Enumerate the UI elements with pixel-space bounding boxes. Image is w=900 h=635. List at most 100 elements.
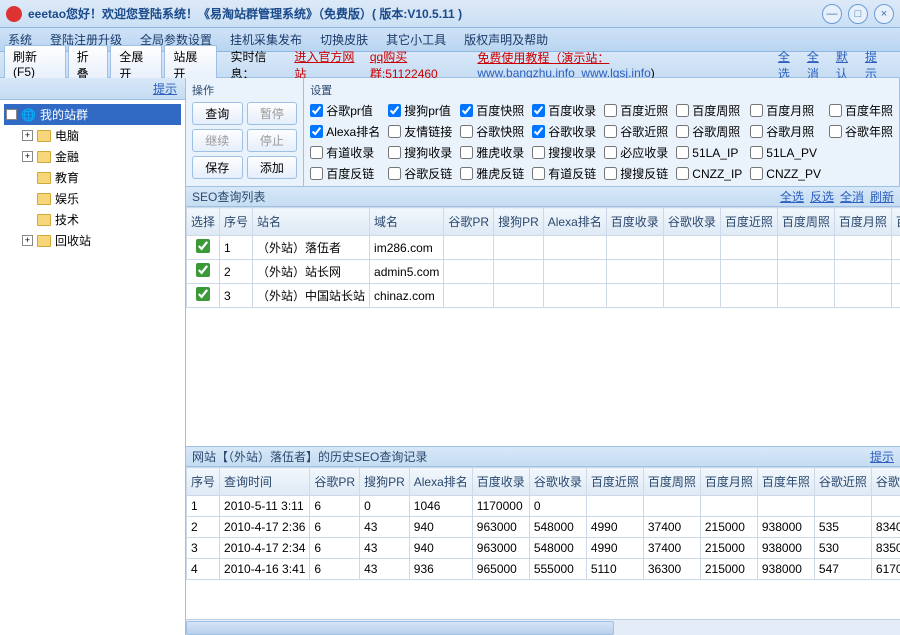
setting-checkbox[interactable]: 有道收录 (310, 144, 380, 161)
setting-checkbox[interactable]: 搜狗收录 (388, 144, 452, 161)
setting-checkbox[interactable]: 百度月照 (750, 102, 821, 119)
col-header[interactable]: 谷歌周照 (871, 468, 900, 496)
col-header[interactable]: Alexa排名 (409, 468, 472, 496)
setting-checkbox[interactable]: 友情链接 (388, 123, 452, 140)
action-button[interactable]: 停止 (247, 129, 298, 152)
col-header[interactable]: 序号 (220, 208, 253, 236)
menu-item[interactable]: 挂机采集发布 (230, 31, 302, 48)
col-header[interactable]: 百度周照 (643, 468, 700, 496)
expand-icon[interactable]: + (22, 235, 33, 246)
setting-checkbox[interactable]: 51LA_IP (676, 144, 742, 161)
history-table[interactable]: 序号查询时间谷歌PR搜狗PRAlexa排名百度收录谷歌收录百度近照百度周照百度月… (186, 467, 900, 580)
menu-item[interactable]: 切换皮肤 (320, 31, 368, 48)
table-row[interactable]: 22010-4-17 2:366439409630005480004990374… (187, 517, 900, 538)
setting-checkbox[interactable]: 百度快照 (460, 102, 524, 119)
setting-checkbox[interactable]: 谷歌pr值 (310, 102, 380, 119)
toolbar-link[interactable]: 提示 (865, 48, 888, 82)
setting-checkbox[interactable]: Alexa排名 (310, 123, 380, 140)
maximize-button[interactable]: □ (848, 4, 868, 24)
setting-checkbox[interactable]: 必应收录 (604, 144, 668, 161)
table-row[interactable]: 1（外站）落伍者im286.com (187, 236, 900, 260)
setting-checkbox[interactable]: CNZZ_IP (676, 165, 742, 182)
table-row[interactable]: 2（外站）站长网admin5.com (187, 260, 900, 284)
col-header[interactable]: 百度近照 (586, 468, 643, 496)
setting-checkbox[interactable]: 百度周照 (676, 102, 742, 119)
col-header[interactable]: 查询时间 (220, 468, 310, 496)
free-tutorial-link[interactable]: 免费使用教程（演示站： (477, 51, 609, 65)
close-button[interactable]: × (874, 4, 894, 24)
col-header[interactable]: 百度收录 (606, 208, 663, 236)
col-header[interactable]: 域名 (370, 208, 444, 236)
setting-checkbox[interactable]: 百度收录 (532, 102, 596, 119)
expand-icon[interactable]: + (22, 151, 33, 162)
col-header[interactable]: 谷歌收录 (529, 468, 586, 496)
menu-item[interactable]: 版权声明及帮助 (464, 31, 548, 48)
setting-checkbox[interactable]: 百度年照 (829, 102, 893, 119)
list-link[interactable]: 全选 (780, 190, 804, 204)
setting-checkbox[interactable]: 搜搜反链 (604, 165, 668, 182)
col-header[interactable]: 百度年照 (757, 468, 814, 496)
tree-node[interactable]: 娱乐 (4, 188, 181, 209)
list-link[interactable]: 刷新 (870, 190, 894, 204)
table-row[interactable]: 3（外站）中国站长站chinaz.com (187, 284, 900, 308)
col-header[interactable]: 百度周照 (777, 208, 834, 236)
col-header[interactable]: 百度月照 (834, 208, 891, 236)
col-header[interactable]: 百度月照 (700, 468, 757, 496)
col-header[interactable]: 百度年照 (891, 208, 900, 236)
scrollbar-thumb[interactable] (186, 621, 614, 635)
expand-icon[interactable]: + (22, 130, 33, 141)
history-tip-link[interactable]: 提示 (870, 448, 894, 465)
list-link[interactable]: 反选 (810, 190, 834, 204)
action-button[interactable]: 保存 (192, 156, 243, 179)
setting-checkbox[interactable]: 百度反链 (310, 165, 380, 182)
setting-checkbox[interactable]: 雅虎反链 (460, 165, 524, 182)
col-header[interactable]: 谷歌收录 (663, 208, 720, 236)
seo-table[interactable]: 选择序号站名域名谷歌PR搜狗PRAlexa排名百度收录谷歌收录百度近照百度周照百… (186, 207, 900, 308)
col-header[interactable]: 站名 (253, 208, 370, 236)
setting-checkbox[interactable]: 有道反链 (532, 165, 596, 182)
row-checkbox[interactable] (196, 239, 210, 253)
minimize-button[interactable]: — (822, 4, 842, 24)
col-header[interactable]: 谷歌PR (444, 208, 494, 236)
tree-node[interactable]: 技术 (4, 209, 181, 230)
row-checkbox[interactable] (196, 263, 210, 277)
menu-item[interactable]: 其它小工具 (386, 31, 446, 48)
col-header[interactable]: 谷歌近照 (814, 468, 871, 496)
col-header[interactable]: 序号 (187, 468, 220, 496)
setting-checkbox[interactable]: 搜狗pr值 (388, 102, 452, 119)
col-header[interactable]: 搜狗PR (360, 468, 410, 496)
table-row[interactable]: 42010-4-16 3:416439369650005550005110363… (187, 559, 900, 580)
setting-checkbox[interactable]: CNZZ_PV (750, 165, 821, 182)
setting-checkbox[interactable]: 谷歌快照 (460, 123, 524, 140)
setting-checkbox[interactable]: 雅虎收录 (460, 144, 524, 161)
official-site-link[interactable]: 进入官方网站 (294, 48, 363, 82)
sidebar-tip-link[interactable]: 提示 (153, 80, 177, 97)
col-header[interactable]: 选择 (187, 208, 220, 236)
action-button[interactable]: 添加 (247, 156, 298, 179)
qq-group-link[interactable]: qq购买群:51122460 (370, 48, 471, 82)
col-header[interactable]: 谷歌PR (310, 468, 360, 496)
col-header[interactable]: Alexa排名 (543, 208, 606, 236)
row-checkbox[interactable] (196, 287, 210, 301)
setting-checkbox[interactable]: 百度近照 (604, 102, 668, 119)
tree-node[interactable]: +电脑 (4, 125, 181, 146)
tree-root-label[interactable]: 我的站群 (40, 106, 88, 123)
action-button[interactable]: 暂停 (247, 102, 298, 125)
list-link[interactable]: 全消 (840, 190, 864, 204)
h-scrollbar[interactable] (186, 619, 900, 635)
setting-checkbox[interactable]: 谷歌月照 (750, 123, 821, 140)
tree-node[interactable]: 教育 (4, 167, 181, 188)
setting-checkbox[interactable]: 搜搜收录 (532, 144, 596, 161)
col-header[interactable]: 搜狗PR (494, 208, 544, 236)
expand-icon[interactable]: - (6, 109, 17, 120)
tree-node[interactable]: +金融 (4, 146, 181, 167)
action-button[interactable]: 继续 (192, 129, 243, 152)
setting-checkbox[interactable]: 谷歌近照 (604, 123, 668, 140)
toolbar-link[interactable]: 全选 (778, 48, 801, 82)
tree-node[interactable]: +回收站 (4, 230, 181, 251)
setting-checkbox[interactable]: 谷歌年照 (829, 123, 893, 140)
col-header[interactable]: 百度近照 (720, 208, 777, 236)
col-header[interactable]: 百度收录 (472, 468, 529, 496)
table-row[interactable]: 32010-4-17 2:346439409630005480004990374… (187, 538, 900, 559)
setting-checkbox[interactable]: 谷歌周照 (676, 123, 742, 140)
